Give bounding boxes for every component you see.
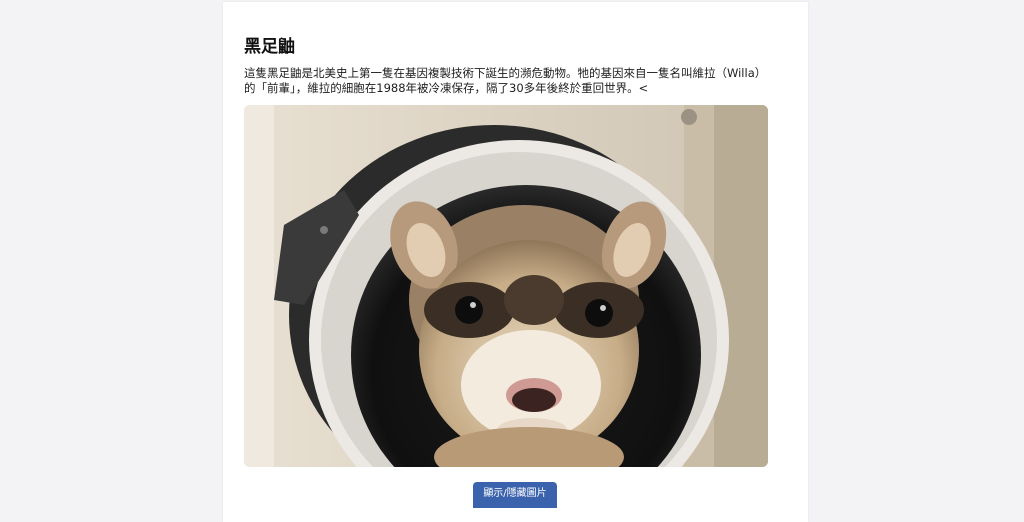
article-title: 黑足鼬 [244, 37, 295, 57]
article-description: 這隻黑足鼬是北美史上第一隻在基因複製技術下誕生的瀕危動物。牠的基因來自一隻名叫維… [244, 66, 767, 95]
ferret-photo [244, 105, 768, 467]
toggle-image-button[interactable]: 顯示/隱藏圖片 [473, 482, 557, 508]
article-card: 黑足鼬 這隻黑足鼬是北美史上第一隻在基因複製技術下誕生的瀕危動物。牠的基因來自一… [223, 2, 808, 522]
